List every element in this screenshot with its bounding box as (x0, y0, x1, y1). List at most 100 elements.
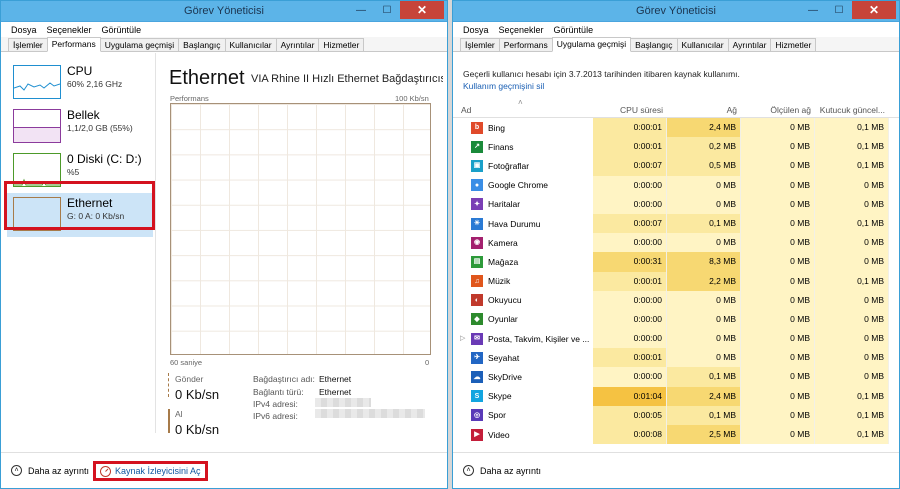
memory-mini-graph (13, 109, 61, 143)
fewer-details-button[interactable]: ˄ Daha az ayrıntı (11, 465, 89, 476)
cpu-time-cell: 0:00:07 (593, 213, 667, 234)
table-row[interactable]: ◐ Okuyucu 0:00:00 0 MB 0 MB 0 MB (453, 290, 899, 310)
app-name: Hava Durumu (488, 218, 541, 229)
network-cell: 0 MB (667, 233, 741, 253)
table-row[interactable]: ☁ SkyDrive 0:00:00 0,1 MB 0 MB 0 MB (453, 367, 899, 387)
metered-network-cell: 0 MB (741, 271, 815, 291)
sidebar-disk-sub: %5 (67, 167, 80, 177)
graph-label-top-left: Performans (170, 94, 209, 103)
table-row[interactable]: ▤ Mağaza 0:00:31 8,3 MB 0 MB 0 MB (453, 252, 899, 272)
table-row[interactable]: b Bing 0:00:01 2,4 MB 0 MB 0,1 MB (453, 118, 899, 138)
adapter-name: VIA Rhine II Hızlı Ethernet Bağdaştırıcı… (251, 73, 443, 85)
tab-services[interactable]: Hizmetler (318, 38, 365, 51)
cpu-time-cell: 0:00:01 (593, 348, 667, 368)
table-row[interactable]: ▶ Video 0:00:08 2,5 MB 0 MB 0,1 MB (453, 425, 899, 445)
app-name-cell: ↗ Finans (471, 137, 514, 156)
close-button[interactable]: ✕ (852, 1, 896, 19)
title-bar[interactable]: Görev Yöneticisi — ☐ ✕ (453, 1, 899, 22)
table-row[interactable]: ♫ Müzik 0:00:01 2,2 MB 0 MB 0,1 MB (453, 271, 899, 291)
table-row[interactable]: ✦ Haritalar 0:00:00 0 MB 0 MB 0 MB (453, 194, 899, 214)
minimize-button[interactable]: — (348, 1, 374, 19)
maximize-button[interactable]: ☐ (826, 1, 852, 19)
app-history-table: ˄ Ad CPU süresi Ağ Ölçülen ağ Kutucuk gü… (453, 98, 899, 445)
tab-performance[interactable]: Performans (46, 37, 101, 52)
table-row[interactable]: ↗ Finans 0:00:01 0,2 MB 0 MB 0,1 MB (453, 137, 899, 157)
tab-services[interactable]: Hizmetler (770, 38, 817, 51)
tab-details[interactable]: Ayrıntılar (275, 38, 320, 51)
app-name-cell: ◎ Spor (471, 406, 506, 425)
table-row[interactable]: ▷ ✉ Posta, Takvim, Kişiler ve ... 0:00:00 0 … (453, 329, 899, 349)
table-row[interactable]: ✈ Seyahat 0:00:01 0 MB 0 MB 0 MB (453, 348, 899, 368)
tab-startup[interactable]: Başlangıç (178, 38, 226, 51)
sidebar-cpu-sub: 60% 2,16 GHz (67, 79, 123, 89)
menu-file[interactable]: Dosya (463, 25, 489, 35)
tab-processes[interactable]: İşlemler (460, 38, 500, 51)
app-name: Google Chrome (488, 180, 549, 191)
tab-users[interactable]: Kullanıcılar (224, 38, 277, 51)
network-cell: 2,4 MB (667, 118, 741, 138)
menu-view[interactable]: Görüntüle (102, 25, 142, 35)
menu-view[interactable]: Görüntüle (554, 25, 594, 35)
cpu-time-cell: 0:00:00 (593, 175, 667, 195)
tab-startup[interactable]: Başlangıç (630, 38, 678, 51)
tab-performance[interactable]: Performans (498, 38, 553, 51)
metered-network-cell: 0 MB (741, 213, 815, 234)
app-name-cell: ◆ Oyunlar (471, 310, 518, 329)
cpu-time-cell: 0:00:00 (593, 309, 667, 330)
menu-options[interactable]: Seçenekler (499, 25, 544, 35)
column-header-metered-network[interactable]: Ölçülen ağ (741, 105, 811, 115)
open-resource-monitor-link[interactable]: Kaynak İzleyicisini Aç (93, 461, 208, 481)
table-row[interactable]: ☀ Hava Durumu 0:00:07 0,1 MB 0 MB 0,1 MB (453, 213, 899, 234)
tab-users[interactable]: Kullanıcılar (676, 38, 729, 51)
table-row[interactable]: ◎ Spor 0:00:05 0,1 MB 0 MB 0,1 MB (453, 405, 899, 425)
column-header-tile-updates[interactable]: Kutucuk güncel... (815, 105, 885, 115)
title-bar[interactable]: Görev Yöneticisi — ☐ ✕ (1, 1, 447, 22)
column-header-cpu-time[interactable]: CPU süresi (593, 105, 663, 115)
table-row[interactable]: ▣ Fotoğraflar 0:00:07 0,5 MB 0 MB 0,1 MB (453, 156, 899, 176)
sidebar-item-cpu[interactable]: CPU 60% 2,16 GHz (7, 61, 153, 105)
network-cell: 0 MB (667, 290, 741, 310)
minimize-button[interactable]: — (800, 1, 826, 19)
sidebar-memory-sub: 1,1/2,0 GB (55%) (67, 123, 133, 133)
app-name: Posta, Takvim, Kişiler ve ... (488, 333, 590, 344)
table-row[interactable]: S Skype 0:01:04 2,4 MB 0 MB 0,1 MB (453, 386, 899, 406)
table-row[interactable]: ◉ Kamera 0:00:00 0 MB 0 MB 0 MB (453, 233, 899, 253)
sidebar-disk-label: 0 Diski (C: D:) (67, 152, 142, 166)
fewer-details-button[interactable]: ˄ Daha az ayrıntı (463, 465, 541, 476)
metered-network-cell: 0 MB (741, 405, 815, 425)
menu-options[interactable]: Seçenekler (47, 25, 92, 35)
cpu-time-cell: 0:00:31 (593, 252, 667, 272)
app-icon: b (471, 121, 483, 134)
metered-network-cell: 0 MB (741, 425, 815, 445)
receive-label: Al (175, 409, 183, 419)
sidebar-item-memory[interactable]: Bellek 1,1/2,0 GB (55%) (7, 105, 153, 149)
expand-chevron-icon[interactable]: ▷ (460, 334, 465, 342)
tab-app-history[interactable]: Uygulama geçmişi (99, 38, 180, 51)
table-row[interactable]: ◆ Oyunlar 0:00:00 0 MB 0 MB 0 MB (453, 309, 899, 330)
tab-processes[interactable]: İşlemler (8, 38, 48, 51)
app-icon: ✉ (471, 332, 483, 345)
column-header-network[interactable]: Ağ (667, 105, 737, 115)
tab-app-history[interactable]: Uygulama geçmişi (551, 37, 632, 52)
network-cell: 0 MB (667, 194, 741, 214)
delete-usage-history-link[interactable]: Kullanım geçmişini sil (463, 81, 544, 91)
network-cell: 2,2 MB (667, 271, 741, 291)
app-name-cell: S Skype (471, 387, 512, 406)
maximize-button[interactable]: ☐ (374, 1, 400, 19)
table-row[interactable]: ● Google Chrome 0:00:00 0 MB 0 MB 0 MB (453, 175, 899, 195)
kv-key-adapter: Bağdaştırıcı adı: (253, 374, 315, 384)
app-icon: ✈ (471, 351, 483, 364)
cpu-time-cell: 0:00:05 (593, 405, 667, 425)
close-button[interactable]: ✕ (400, 1, 444, 19)
metered-network-cell: 0 MB (741, 194, 815, 214)
column-header-name[interactable]: Ad (461, 105, 471, 115)
tab-details[interactable]: Ayrıntılar (727, 38, 772, 51)
cpu-time-cell: 0:00:01 (593, 118, 667, 138)
ipv4-redacted (315, 398, 371, 407)
tile-updates-cell: 0,1 MB (815, 118, 889, 138)
app-name-cell: ♫ Müzik (471, 272, 510, 291)
usage-info-text: Geçerli kullanıcı hesabı için 3.7.2013 t… (463, 69, 740, 79)
tile-updates-cell: 0 MB (815, 309, 889, 330)
menu-file[interactable]: Dosya (11, 25, 37, 35)
receive-value: 0 Kb/sn (175, 422, 220, 437)
